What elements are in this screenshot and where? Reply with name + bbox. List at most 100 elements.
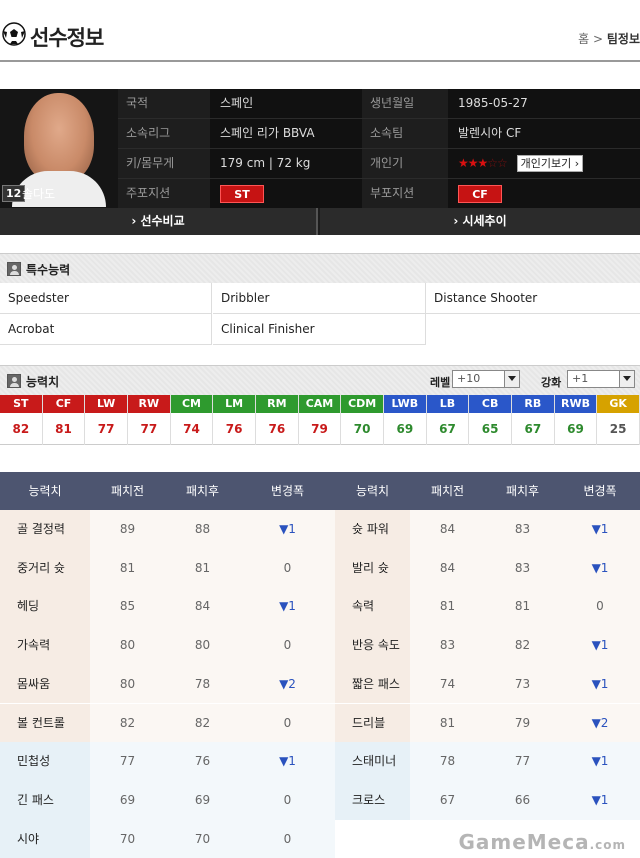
stat-name: 슛 파워 bbox=[335, 510, 410, 549]
watermark-sub: .com bbox=[589, 838, 626, 852]
stat-change: ▼1 bbox=[240, 510, 335, 549]
stat-change: ▼1 bbox=[560, 626, 640, 665]
stat-after: 66 bbox=[485, 780, 560, 820]
main-position-badge: ST bbox=[220, 184, 264, 203]
table-row: 가속력 80 80 0 반응 속도 83 82 ▼1 bbox=[0, 626, 640, 665]
stat-after: 69 bbox=[165, 780, 240, 820]
position-rating-rb: RB 67 bbox=[512, 395, 555, 445]
position-code: RW bbox=[128, 395, 170, 413]
enhance-select[interactable]: +1 bbox=[567, 370, 635, 388]
stat-change: ▼1 bbox=[560, 780, 640, 820]
stat-header-cell: 능력치 bbox=[28, 484, 62, 498]
player-profile-icon bbox=[7, 374, 21, 388]
stat-header-cell: 패치전 bbox=[110, 484, 145, 498]
table-row: 헤딩 85 84 ▼1 속력 81 81 0 bbox=[0, 587, 640, 627]
stat-name: 가속력 bbox=[0, 626, 90, 665]
position-value: 76 bbox=[268, 422, 286, 436]
table-row: 민첩성 77 76 ▼1 스태미너 78 77 ▼1 bbox=[0, 742, 640, 781]
level-select[interactable]: +10 bbox=[452, 370, 520, 388]
position-value: 69 bbox=[396, 422, 414, 436]
position-rating-st: ST 82 bbox=[0, 395, 43, 445]
sub-position-badge: CF bbox=[458, 184, 502, 203]
position-rating-rwb: RWB 69 bbox=[554, 395, 598, 445]
stat-name: 스태미너 bbox=[335, 742, 410, 781]
view-skill-moves-button[interactable]: 개인기보기 › bbox=[516, 155, 584, 172]
position-value: 82 bbox=[12, 422, 30, 436]
stat-name: 크로스 bbox=[335, 780, 410, 820]
stat-after: 82 bbox=[165, 703, 240, 743]
breadcrumb-separator: > bbox=[592, 32, 604, 46]
stat-change: 0 bbox=[240, 780, 335, 820]
stat-name: 짧은 패스 bbox=[335, 664, 410, 704]
breadcrumb: 홈 > 팀정보 bbox=[578, 30, 640, 47]
special-ability-header: 특수능력 bbox=[0, 253, 640, 283]
info-value: 1985-05-27 bbox=[448, 89, 640, 118]
position-rating-cm: CM 74 bbox=[170, 395, 214, 445]
stat-name: 민첩성 bbox=[0, 742, 90, 781]
position-value: 74 bbox=[183, 422, 200, 436]
info-value: 스페인 bbox=[210, 89, 362, 118]
position-value: 67 bbox=[524, 422, 542, 436]
stat-before: 70 bbox=[90, 819, 165, 858]
info-label: 국적 bbox=[118, 89, 210, 118]
position-code: RM bbox=[256, 395, 298, 413]
stat-change: ▼1 bbox=[560, 664, 640, 704]
stat-after: 88 bbox=[165, 510, 240, 549]
stat-after: 79 bbox=[485, 703, 560, 743]
page-header: 선수정보 홈 > 팀정보 bbox=[0, 0, 640, 62]
stat-after: 73 bbox=[485, 664, 560, 704]
info-row-league: 소속리그 스페인 리가 BBVA 소속팀 발렌시아 CF bbox=[118, 119, 640, 149]
position-code: GK bbox=[597, 395, 639, 413]
stat-after: 84 bbox=[165, 587, 240, 627]
position-code: LWB bbox=[384, 395, 426, 413]
breadcrumb-current[interactable]: 팀정보 bbox=[607, 32, 640, 46]
tab-price-trend[interactable]: › 시세추이 bbox=[320, 208, 640, 235]
soccer-ball-icon bbox=[2, 22, 26, 46]
stat-after: 82 bbox=[485, 626, 560, 665]
stat-name: 드리블 bbox=[335, 703, 410, 743]
position-rating-rw: RW 77 bbox=[128, 395, 171, 445]
stat-change: ▼1 bbox=[240, 587, 335, 627]
position-code: CAM bbox=[298, 395, 341, 413]
tab-player-compare[interactable]: › 선수비교 bbox=[0, 208, 318, 235]
stat-change: 0 bbox=[240, 703, 335, 743]
player-profile-icon bbox=[7, 262, 21, 276]
section-title: 능력치 bbox=[26, 375, 60, 389]
stat-table-header: 능력치 패치전 패치후 변경폭 능력치 패치전 패치후 변경폭 bbox=[0, 472, 640, 510]
stat-after: 70 bbox=[165, 819, 240, 858]
position-rating-cdm: CDM 70 bbox=[341, 395, 384, 445]
position-code: RB bbox=[512, 395, 554, 413]
position-rating-cb: CB 65 bbox=[469, 395, 512, 445]
position-value: 79 bbox=[311, 422, 328, 436]
info-value: 스페인 리가 BBVA bbox=[210, 119, 362, 148]
stat-name: 긴 패스 bbox=[0, 780, 90, 820]
stat-after: 80 bbox=[165, 626, 240, 665]
chevron-down-icon[interactable] bbox=[504, 371, 519, 387]
stat-name: 중거리 슛 bbox=[0, 548, 90, 588]
stat-change: 0 bbox=[240, 819, 335, 858]
chevron-down-icon[interactable] bbox=[619, 371, 634, 387]
stat-change: ▼1 bbox=[560, 548, 640, 588]
stat-name: 발리 슛 bbox=[335, 548, 410, 588]
player-tabs: › 선수비교 › 시세추이 bbox=[0, 208, 640, 235]
stat-before: 81 bbox=[410, 587, 485, 627]
special-ability-item: Speedster bbox=[0, 283, 212, 314]
position-value: 70 bbox=[353, 422, 371, 436]
position-code: LM bbox=[213, 395, 255, 413]
position-value: 65 bbox=[481, 422, 499, 436]
stat-header-cell: 변경폭 bbox=[270, 484, 305, 498]
stat-before: 84 bbox=[410, 548, 485, 588]
info-label: 주포지션 bbox=[118, 179, 210, 208]
position-value: 76 bbox=[225, 422, 243, 436]
stat-before: 80 bbox=[90, 626, 165, 665]
stat-before: 77 bbox=[90, 742, 165, 781]
stat-name: 시야 bbox=[0, 819, 90, 858]
breadcrumb-home[interactable]: 홈 bbox=[578, 32, 589, 46]
position-value: 77 bbox=[140, 422, 158, 436]
stat-change: ▼2 bbox=[560, 703, 640, 743]
stat-after: 83 bbox=[485, 548, 560, 588]
stat-change: ▼1 bbox=[560, 742, 640, 781]
table-row: 중거리 슛 81 81 0 발리 슛 84 83 ▼1 bbox=[0, 548, 640, 588]
position-code: LB bbox=[426, 395, 469, 413]
position-code: CF bbox=[42, 395, 85, 413]
